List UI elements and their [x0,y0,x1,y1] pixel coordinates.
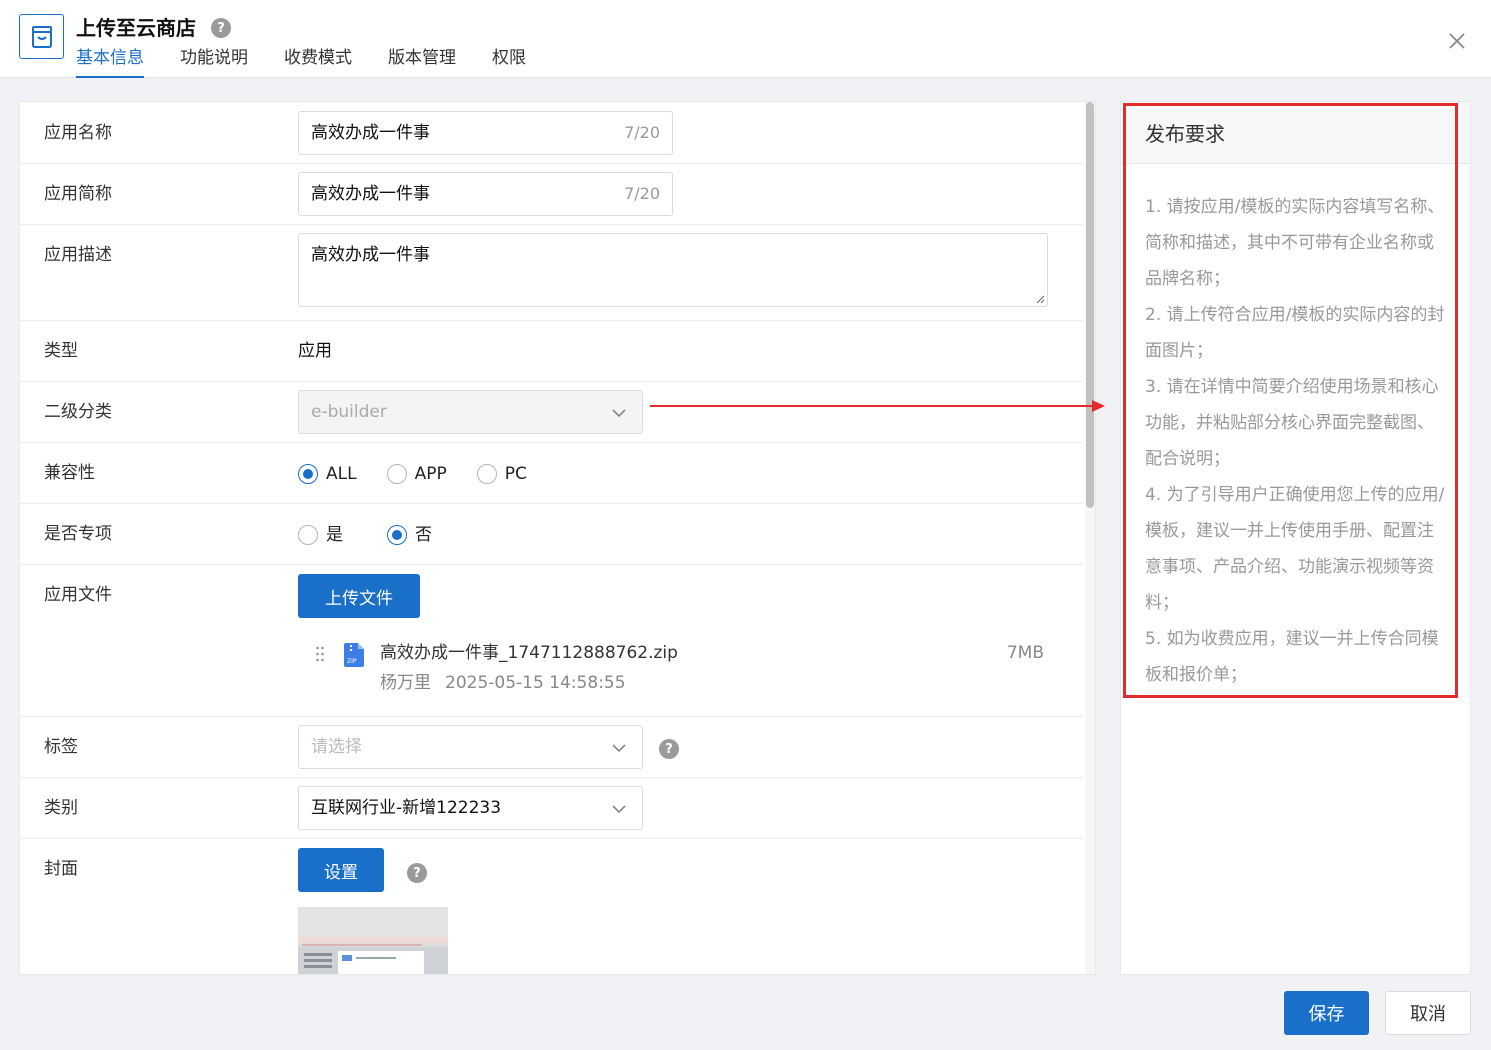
annotation-arrow [650,400,1105,412]
form-row-special: 是否专项 是 否 [20,504,1083,565]
app-short-name-input[interactable]: 高效办成一件事 7/20 [298,172,673,216]
tags-select[interactable]: 请选择 [298,725,643,769]
radio-checked-icon [298,464,318,484]
chevron-down-icon [612,409,626,418]
app-description-label: 应用描述 [44,245,112,265]
requirement-item: 3. 请在详情中简要介绍使用场景和核心功能，并粘贴部分核心界面完整截图、配合说明… [1145,377,1439,469]
sub-category-label: 二级分类 [44,402,112,422]
store-icon [19,14,64,59]
tab-version-management[interactable]: 版本管理 [388,45,456,78]
cover-label: 封面 [44,859,78,879]
chevron-down-icon [612,744,626,753]
cover-thumbnail[interactable] [298,907,448,974]
radio-unchecked-icon [298,525,318,545]
form-row-app-short-name: 应用简称 高效办成一件事 7/20 [20,164,1083,225]
app-short-name-char-count: 7/20 [624,184,660,203]
file-meta: 杨万里 2025-05-15 14:58:55 [380,672,626,694]
help-icon[interactable]: ? [659,739,679,759]
close-icon[interactable] [1446,30,1468,52]
publish-requirements-panel: 发布要求 1. 请按应用/模板的实际内容填写名称、简称和描述，其中不可带有企业名… [1120,101,1471,975]
requirements-list: 1. 请按应用/模板的实际内容填写名称、简称和描述，其中不可带有企业名称或品牌名… [1145,189,1445,693]
special-option-yes[interactable]: 是 [298,524,343,546]
file-name[interactable]: 高效办成一件事_1747112888762.zip [380,642,678,664]
sub-category-select[interactable]: e-builder [298,390,643,434]
compatibility-option-label: APP [414,464,447,484]
dialog-header: 上传至云商店 ? 基本信息 功能说明 收费模式 版本管理 权限 [0,0,1491,78]
app-description-textarea[interactable]: 高效办成一件事 [298,233,1048,307]
form-row-app-name: 应用名称 高效办成一件事 7/20 [20,102,1083,164]
app-short-name-value: 高效办成一件事 [311,184,430,204]
cancel-button[interactable]: 取消 [1385,991,1471,1035]
form-row-compatibility: 兼容性 ALL APP PC [20,443,1083,504]
requirements-header: 发布要求 [1121,102,1470,164]
radio-unchecked-icon [386,464,407,484]
radio-checked-icon [387,525,407,545]
tab-feature-description[interactable]: 功能说明 [180,45,248,78]
uploaded-file-item: ZIP 高效办成一件事_1747112888762.zip 杨万里 2025-05… [298,640,1068,700]
category-select[interactable]: 互联网行业-新增122233 [298,786,643,830]
category-label: 类别 [44,798,78,818]
app-name-value: 高效办成一件事 [311,123,430,143]
special-option-no[interactable]: 否 [387,524,432,546]
file-size: 7MB [1006,643,1044,663]
app-name-label: 应用名称 [44,123,112,143]
tab-basic-info[interactable]: 基本信息 [76,45,144,78]
requirement-item: 1. 请按应用/模板的实际内容填写名称、简称和描述，其中不可带有企业名称或品牌名… [1145,197,1445,289]
tab-pricing-mode[interactable]: 收费模式 [284,45,352,78]
special-option-label: 是 [326,525,343,545]
special-option-label: 否 [415,525,432,545]
tab-bar: 基本信息 功能说明 收费模式 版本管理 权限 [76,45,562,78]
compatibility-option-pc[interactable]: PC [476,463,527,485]
scrollbar[interactable] [1085,102,1095,974]
app-description-value: 高效办成一件事 [311,245,430,265]
file-uploader: 杨万里 [380,673,431,693]
save-button[interactable]: 保存 [1284,991,1369,1035]
scrollbar-thumb[interactable] [1086,102,1094,508]
special-label: 是否专项 [44,524,112,544]
radio-unchecked-icon [476,464,497,484]
compatibility-option-label: PC [504,464,527,484]
app-name-char-count: 7/20 [624,123,660,142]
form-row-cover: 封面 设置 ? [20,839,1083,974]
svg-text:ZIP: ZIP [347,658,357,665]
form-row-type: 类型 应用 [20,321,1083,382]
help-icon[interactable]: ? [407,863,427,883]
app-name-input[interactable]: 高效办成一件事 7/20 [298,111,673,155]
form-row-category: 类别 互联网行业-新增122233 [20,778,1083,839]
compatibility-label: 兼容性 [44,463,95,483]
upload-file-button[interactable]: 上传文件 [298,574,420,618]
zip-file-icon: ZIP [344,643,364,667]
chevron-down-icon [612,805,626,814]
type-label: 类型 [44,341,78,361]
resize-handle-icon[interactable] [1035,294,1045,304]
requirement-item: 2. 请上传符合应用/模板的实际内容的封面图片； [1145,305,1445,361]
form-row-app-description: 应用描述 高效办成一件事 [20,225,1083,321]
category-value: 互联网行业-新增122233 [311,798,502,818]
help-icon[interactable]: ? [211,18,231,38]
special-radio-group: 是 否 [298,524,462,546]
requirement-item: 4. 为了引导用户正确使用您上传的应用/模板，建议一并上传使用手册、配置注意事项… [1145,485,1445,613]
type-value: 应用 [298,341,332,361]
cover-set-button[interactable]: 设置 [298,848,384,892]
app-short-name-label: 应用简称 [44,184,112,204]
file-upload-time: 2025-05-15 14:58:55 [445,673,626,693]
compatibility-option-app[interactable]: APP [386,463,447,485]
requirement-item: 5. 如为收费应用，建议一并上传合同模板和报价单； [1145,629,1439,685]
tags-placeholder: 请选择 [311,737,362,757]
requirements-title: 发布要求 [1145,122,1225,146]
drag-handle-icon[interactable] [315,646,325,662]
tags-label: 标签 [44,737,78,757]
compatibility-option-label: ALL [326,464,357,484]
app-file-label: 应用文件 [44,585,112,605]
compatibility-option-all[interactable]: ALL [298,463,357,485]
tab-permissions[interactable]: 权限 [492,45,526,78]
compatibility-radio-group: ALL APP PC [298,463,557,485]
dialog-title: 上传至云商店 [76,16,196,40]
form-panel: 应用名称 高效办成一件事 7/20 应用简称 高效办成一件事 7/20 应用描述… [19,101,1096,975]
sub-category-value: e-builder [311,402,387,422]
form-row-tags: 标签 请选择 ? [20,717,1083,778]
